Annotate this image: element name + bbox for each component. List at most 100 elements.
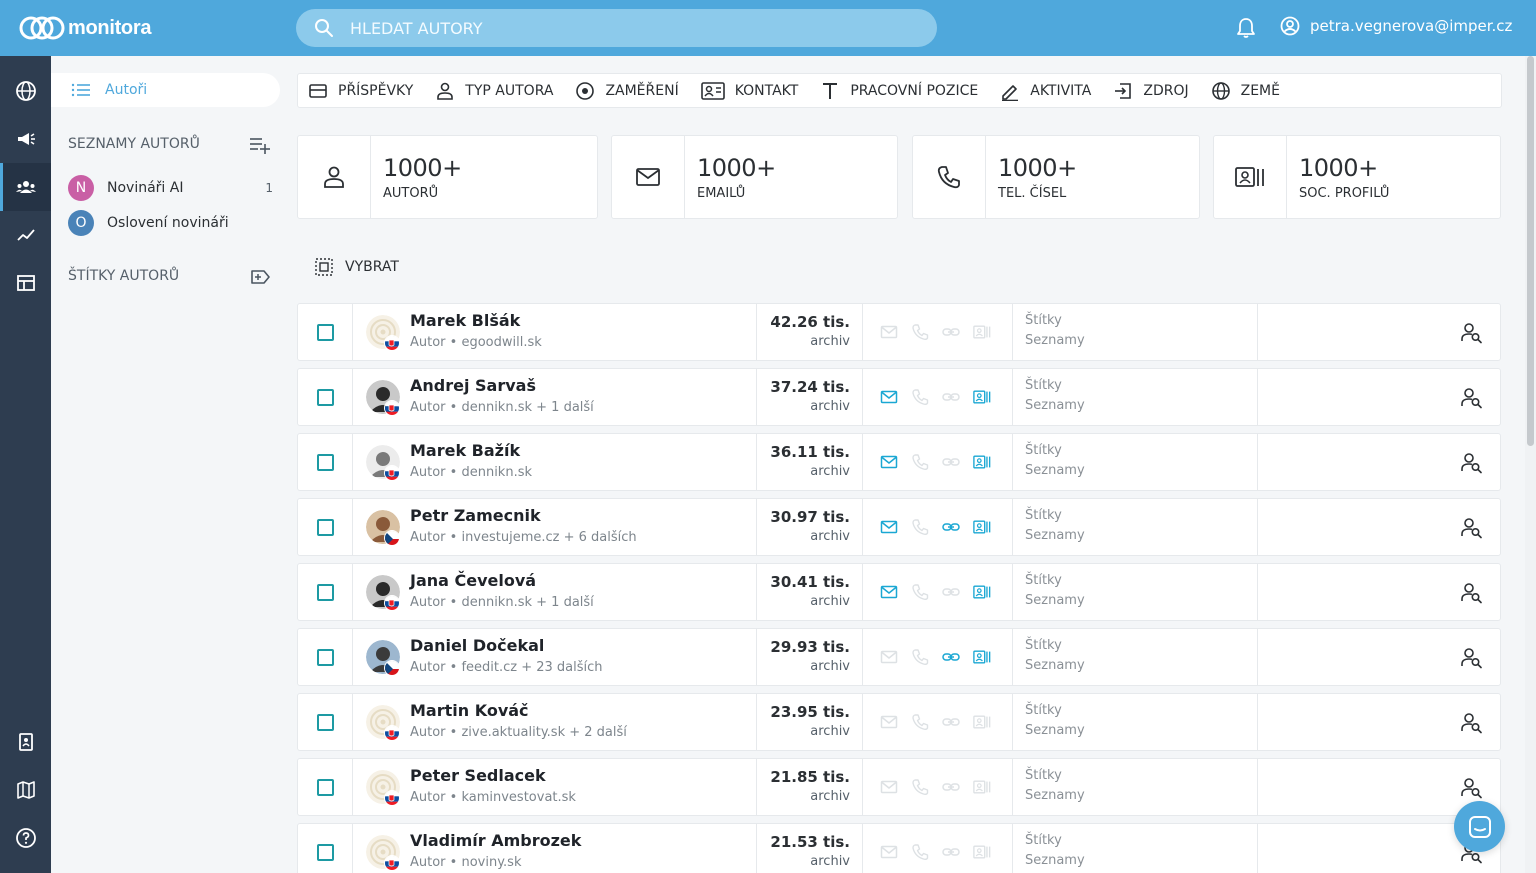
- author-detail-search-icon[interactable]: [1460, 647, 1482, 669]
- scrollbar[interactable]: [1525, 56, 1536, 873]
- tags-label[interactable]: Štítky: [1025, 703, 1257, 718]
- tags-cell[interactable]: Štítky Seznamy: [1013, 499, 1258, 555]
- nav-help[interactable]: [0, 814, 51, 862]
- filter-country[interactable]: ZEMĚ: [1211, 81, 1280, 101]
- author-list-item[interactable]: N Novináři AI 1: [68, 175, 273, 201]
- tags-label[interactable]: Štítky: [1025, 443, 1257, 458]
- table-row[interactable]: Marek Blšák Autor • egoodwill.sk 42.26 t…: [297, 303, 1501, 361]
- contacts-cell[interactable]: [863, 564, 1013, 620]
- author-detail-search-icon[interactable]: [1460, 322, 1482, 344]
- nav-dashboard[interactable]: [0, 259, 51, 307]
- monitora-logo[interactable]: monitora: [18, 12, 151, 44]
- filter-contact[interactable]: KONTAKT: [700, 81, 798, 101]
- author-detail-search-icon[interactable]: [1460, 582, 1482, 604]
- author-detail-search-icon[interactable]: [1460, 777, 1482, 799]
- filter-focus[interactable]: ZAMĚŘENÍ: [575, 81, 679, 101]
- table-row[interactable]: Andrej Sarvaš Autor • dennikn.sk + 1 dal…: [297, 368, 1501, 426]
- sidebar-item-authors[interactable]: Autoři: [51, 73, 280, 107]
- author-cell[interactable]: Daniel Dočekal Autor • feedit.cz + 23 da…: [353, 629, 757, 685]
- row-checkbox[interactable]: [316, 453, 334, 471]
- nav-reports[interactable]: [0, 718, 51, 766]
- add-list-icon[interactable]: [249, 135, 271, 155]
- row-checkbox[interactable]: [316, 648, 334, 666]
- nav-globe[interactable]: [0, 67, 51, 115]
- tags-cell[interactable]: Štítky Seznamy: [1013, 564, 1258, 620]
- tags-cell[interactable]: Štítky Seznamy: [1013, 759, 1258, 815]
- tags-label[interactable]: Štítky: [1025, 768, 1257, 783]
- scrollbar-thumb[interactable]: [1527, 56, 1534, 446]
- filter-source[interactable]: ZDROJ: [1113, 81, 1189, 101]
- filter-posts[interactable]: PŘÍSPĚVKY: [308, 81, 413, 101]
- contacts-cell[interactable]: [863, 434, 1013, 490]
- contacts-cell[interactable]: [863, 369, 1013, 425]
- author-name[interactable]: Marek Bažík: [410, 441, 520, 460]
- table-row[interactable]: Jana Čevelová Autor • dennikn.sk + 1 dal…: [297, 563, 1501, 621]
- add-tag-icon[interactable]: [249, 267, 271, 287]
- chat-launcher-button[interactable]: [1454, 801, 1505, 852]
- lists-label[interactable]: Seznamy: [1025, 463, 1257, 478]
- nav-authors[interactable]: [0, 163, 51, 211]
- author-name[interactable]: Daniel Dočekal: [410, 636, 544, 655]
- tags-label[interactable]: Štítky: [1025, 638, 1257, 653]
- table-row[interactable]: Martin Kováč Autor • zive.aktuality.sk +…: [297, 693, 1501, 751]
- tags-cell[interactable]: Štítky Seznamy: [1013, 304, 1258, 360]
- lists-label[interactable]: Seznamy: [1025, 853, 1257, 868]
- table-row[interactable]: Petr Zamecnik Autor • investujeme.cz + 6…: [297, 498, 1501, 556]
- author-name[interactable]: Petr Zamecnik: [410, 506, 541, 525]
- tags-cell[interactable]: Štítky Seznamy: [1013, 629, 1258, 685]
- user-menu[interactable]: petra.vegnerova@imper.cz: [1280, 16, 1512, 36]
- tags-label[interactable]: Štítky: [1025, 378, 1257, 393]
- contacts-cell[interactable]: [863, 759, 1013, 815]
- table-row[interactable]: Peter Sedlacek Autor • kaminvestovat.sk …: [297, 758, 1501, 816]
- tags-label[interactable]: Štítky: [1025, 313, 1257, 328]
- lists-label[interactable]: Seznamy: [1025, 398, 1257, 413]
- author-cell[interactable]: Marek Bažík Autor • dennikn.sk: [353, 434, 757, 490]
- author-name[interactable]: Martin Kováč: [410, 701, 529, 720]
- tags-label[interactable]: Štítky: [1025, 573, 1257, 588]
- lists-label[interactable]: Seznamy: [1025, 723, 1257, 738]
- filter-job-position[interactable]: PRACOVNÍ POZICE: [820, 81, 978, 101]
- tags-label[interactable]: Štítky: [1025, 508, 1257, 523]
- filter-activity[interactable]: AKTIVITA: [1000, 81, 1091, 101]
- table-row[interactable]: Vladimír Ambrozek Autor • noviny.sk 21.5…: [297, 823, 1501, 873]
- filter-author-type[interactable]: TYP AUTORA: [435, 81, 553, 101]
- row-checkbox[interactable]: [316, 518, 334, 536]
- contacts-cell[interactable]: [863, 824, 1013, 873]
- tags-cell[interactable]: Štítky Seznamy: [1013, 694, 1258, 750]
- search-bar[interactable]: [296, 9, 937, 47]
- table-row[interactable]: Marek Bažík Autor • dennikn.sk 36.11 tis…: [297, 433, 1501, 491]
- author-cell[interactable]: Marek Blšák Autor • egoodwill.sk: [353, 304, 757, 360]
- select-all-button[interactable]: VYBRAT: [315, 258, 399, 276]
- author-cell[interactable]: Petr Zamecnik Autor • investujeme.cz + 6…: [353, 499, 757, 555]
- notification-bell-icon[interactable]: [1236, 17, 1256, 39]
- tags-cell[interactable]: Štítky Seznamy: [1013, 434, 1258, 490]
- author-cell[interactable]: Andrej Sarvaš Autor • dennikn.sk + 1 dal…: [353, 369, 757, 425]
- contacts-cell[interactable]: [863, 694, 1013, 750]
- tags-label[interactable]: Štítky: [1025, 833, 1257, 848]
- author-cell[interactable]: Martin Kováč Autor • zive.aktuality.sk +…: [353, 694, 757, 750]
- table-row[interactable]: Daniel Dočekal Autor • feedit.cz + 23 da…: [297, 628, 1501, 686]
- tags-cell[interactable]: Štítky Seznamy: [1013, 824, 1258, 873]
- row-checkbox[interactable]: [316, 843, 334, 861]
- row-checkbox[interactable]: [316, 778, 334, 796]
- author-detail-search-icon[interactable]: [1460, 517, 1482, 539]
- row-checkbox[interactable]: [316, 583, 334, 601]
- contacts-cell[interactable]: [863, 304, 1013, 360]
- row-checkbox[interactable]: [316, 323, 334, 341]
- row-checkbox[interactable]: [316, 388, 334, 406]
- author-cell[interactable]: Jana Čevelová Autor • dennikn.sk + 1 dal…: [353, 564, 757, 620]
- lists-label[interactable]: Seznamy: [1025, 528, 1257, 543]
- lists-label[interactable]: Seznamy: [1025, 333, 1257, 348]
- nav-map[interactable]: [0, 766, 51, 814]
- nav-analytics[interactable]: [0, 211, 51, 259]
- lists-label[interactable]: Seznamy: [1025, 788, 1257, 803]
- contacts-cell[interactable]: [863, 629, 1013, 685]
- author-name[interactable]: Vladimír Ambrozek: [410, 831, 581, 850]
- author-name[interactable]: Peter Sedlacek: [410, 766, 546, 785]
- author-detail-search-icon[interactable]: [1460, 452, 1482, 474]
- nav-megaphone[interactable]: [0, 115, 51, 163]
- author-name[interactable]: Jana Čevelová: [410, 571, 536, 590]
- search-input[interactable]: [350, 18, 850, 38]
- author-list-item[interactable]: O Oslovení novináři: [68, 210, 273, 236]
- tags-cell[interactable]: Štítky Seznamy: [1013, 369, 1258, 425]
